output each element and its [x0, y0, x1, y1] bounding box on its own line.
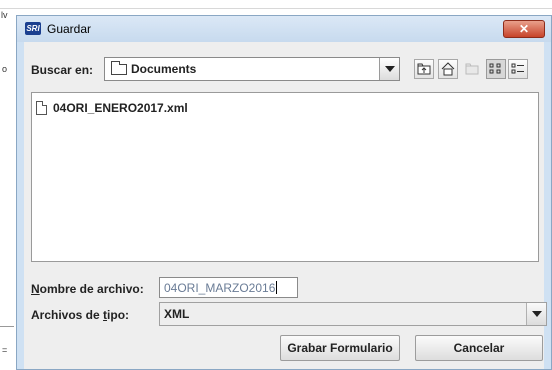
save-dialog: SRI Guardar ✕ Buscar en: Documents 04ORI…: [16, 15, 552, 370]
folder-icon: [111, 61, 127, 75]
document-icon: [36, 101, 47, 115]
window-title: Guardar: [47, 22, 92, 36]
background-divider: [0, 326, 14, 327]
up-one-level-button[interactable]: [414, 59, 434, 79]
file-type-label-text-end: ipo:: [107, 308, 130, 322]
save-button[interactable]: Grabar Formulario: [280, 335, 400, 361]
file-list[interactable]: 04ORI_ENERO2017.xml: [31, 92, 539, 262]
look-in-value: Documents: [131, 62, 197, 76]
chevron-down-icon[interactable]: [379, 58, 399, 80]
file-type-select[interactable]: XML: [159, 302, 547, 326]
background-text: o: [2, 64, 8, 74]
file-type-label: Archivos de tipo:: [31, 308, 129, 322]
new-folder-icon: [465, 63, 479, 75]
file-name-input-value: 04ORI_MARZO2016: [164, 281, 276, 295]
home-button[interactable]: [438, 59, 458, 79]
up-one-level-icon: [417, 63, 431, 75]
background-divider: [0, 8, 552, 9]
close-button[interactable]: ✕: [503, 20, 545, 38]
file-name: 04ORI_ENERO2017.xml: [53, 101, 188, 115]
list-view-button[interactable]: [486, 59, 506, 79]
details-view-button[interactable]: [508, 59, 528, 79]
sri-app-icon: SRI: [25, 22, 41, 35]
dialog-content: Buscar en: Documents 04ORI_ENERO2017.xml…: [24, 42, 547, 369]
look-in-combo[interactable]: Documents: [104, 57, 400, 81]
look-in-label: Buscar en:: [31, 63, 94, 77]
cancel-button[interactable]: Cancelar: [415, 335, 543, 361]
file-type-label-text: Archivos de: [31, 308, 104, 322]
file-name-label-text: ombre de archivo:: [39, 282, 144, 296]
file-name-label-mnemonic: N: [31, 282, 40, 296]
list-view-icon: [489, 63, 501, 74]
title-bar[interactable]: SRI Guardar ✕: [17, 16, 551, 42]
chevron-down-icon[interactable]: [526, 303, 546, 325]
file-name-input[interactable]: 04ORI_MARZO2016: [159, 277, 298, 298]
background-text: lv: [1, 10, 8, 20]
file-type-value: XML: [164, 307, 190, 321]
background-text: =: [2, 345, 8, 355]
file-list-item[interactable]: 04ORI_ENERO2017.xml: [36, 99, 188, 117]
file-name-label: Nombre de archivo:: [31, 282, 144, 296]
new-folder-button[interactable]: [462, 59, 482, 79]
details-view-icon: [511, 63, 524, 74]
home-icon: [441, 62, 455, 76]
text-caret: [276, 281, 278, 294]
